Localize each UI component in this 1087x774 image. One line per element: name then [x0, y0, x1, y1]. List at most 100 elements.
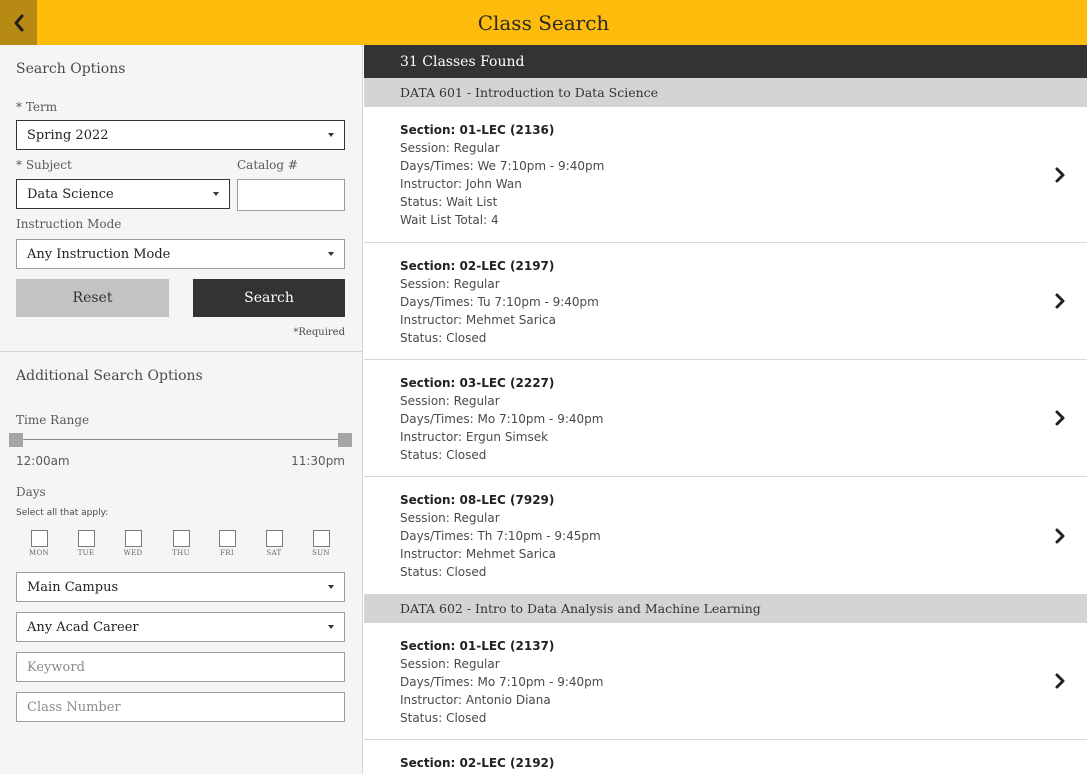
checkbox[interactable]	[30, 530, 48, 547]
section-row[interactable]: Section: 01-LEC (2137) Session: Regular …	[364, 623, 1087, 740]
chevron-right-icon[interactable]	[1053, 408, 1067, 428]
day-label: TUE	[77, 549, 95, 557]
section-row[interactable]: Section: 02-LEC (2197) Session: Regular …	[364, 243, 1087, 360]
day-label: WED	[123, 549, 143, 557]
chevron-right-icon[interactable]	[1053, 165, 1067, 185]
section-line: Status: Closed	[400, 448, 487, 462]
day-label: THU	[172, 549, 190, 557]
search-button[interactable]: Search	[193, 279, 345, 317]
section-line: Status: Closed	[400, 711, 487, 725]
acad-career-select[interactable]: Any Acad Career	[16, 612, 345, 642]
section-line: Session: Regular	[400, 277, 500, 291]
section-line: Instructor: Mehmet Sarica	[400, 547, 556, 561]
section-row[interactable]: Section: 03-LEC (2227) Session: Regular …	[364, 360, 1087, 477]
chevron-right-icon[interactable]	[1053, 526, 1067, 546]
time-end-handle[interactable]	[338, 433, 352, 447]
day-label: MON	[29, 549, 49, 557]
caret-down-icon	[328, 133, 334, 137]
section-line: Instructor: Antonio Diana	[400, 693, 551, 707]
term-value: Spring 2022	[27, 127, 109, 143]
catalog-input[interactable]	[237, 179, 345, 211]
days-hint: Select all that apply:	[16, 508, 109, 518]
checkbox[interactable]	[124, 530, 142, 547]
section-line: Session: Regular	[400, 511, 500, 525]
caret-down-icon	[328, 625, 334, 629]
day-checkbox-sat[interactable]: SAT	[259, 530, 289, 557]
section-line: Status: Closed	[400, 565, 487, 579]
checkbox[interactable]	[172, 530, 190, 547]
section-line: Status: Closed	[400, 331, 487, 345]
section-heading: Section: 02-LEC (2192)	[400, 756, 555, 770]
course-header: DATA 602 - Intro to Data Analysis and Ma…	[364, 594, 1087, 623]
day-checkbox-wed[interactable]: WED	[118, 530, 148, 557]
chevron-right-icon[interactable]	[1053, 671, 1067, 691]
caret-down-icon	[328, 585, 334, 589]
day-label: FRI	[220, 549, 234, 557]
section-line: Instructor: John Wan	[400, 177, 522, 191]
time-range-track[interactable]	[16, 439, 346, 440]
section-line: Days/Times: Th 7:10pm - 9:45pm	[400, 529, 601, 543]
subject-label: * Subject	[16, 158, 72, 172]
days-label: Days	[16, 485, 46, 499]
day-label: SUN	[312, 549, 330, 557]
section-row[interactable]: Section: 02-LEC (2192)	[364, 740, 1087, 774]
subject-select[interactable]: Data Science	[16, 179, 230, 209]
subject-value: Data Science	[27, 186, 114, 202]
day-checkbox-tue[interactable]: TUE	[71, 530, 101, 557]
instruction-mode-label: Instruction Mode	[16, 217, 122, 231]
keyword-input[interactable]: Keyword	[16, 652, 345, 682]
campus-value: Main Campus	[27, 579, 119, 595]
caret-down-icon	[328, 252, 334, 256]
section-line: Instructor: Ergun Simsek	[400, 430, 549, 444]
day-checkbox-thu[interactable]: THU	[166, 530, 196, 557]
section-row[interactable]: Section: 08-LEC (7929) Session: Regular …	[364, 477, 1087, 594]
time-start-handle[interactable]	[9, 433, 23, 447]
top-bar: Class Search	[0, 0, 1087, 45]
course-header: DATA 601 - Introduction to Data Science	[364, 78, 1087, 107]
day-checkbox-sun[interactable]: SUN	[306, 530, 336, 557]
time-start-label: 12:00am	[16, 454, 70, 468]
section-line: Session: Regular	[400, 657, 500, 671]
checkbox[interactable]	[265, 530, 283, 547]
panel-divider	[0, 351, 363, 352]
chevron-left-icon	[14, 14, 23, 31]
time-range-label: Time Range	[16, 413, 90, 427]
section-line: Days/Times: Tu 7:10pm - 9:40pm	[400, 295, 599, 309]
day-checkbox-mon[interactable]: MON	[24, 530, 54, 557]
instruction-mode-value: Any Instruction Mode	[27, 246, 171, 262]
day-label: SAT	[266, 549, 282, 557]
section-line: Instructor: Mehmet Sarica	[400, 313, 556, 327]
section-heading: Section: 08-LEC (7929)	[400, 493, 555, 507]
section-heading: Section: 03-LEC (2227)	[400, 376, 555, 390]
section-line: Status: Wait List	[400, 195, 498, 209]
section-row[interactable]: Section: 01-LEC (2136) Session: Regular …	[364, 107, 1087, 243]
required-note: *Required	[293, 327, 345, 338]
page-title: Class Search	[477, 10, 610, 35]
class-number-input[interactable]: Class Number	[16, 692, 345, 722]
reset-button[interactable]: Reset	[16, 279, 169, 317]
section-line: Days/Times: Mo 7:10pm - 9:40pm	[400, 675, 604, 689]
additional-options-title: Additional Search Options	[16, 368, 203, 384]
chevron-right-icon[interactable]	[1053, 291, 1067, 311]
section-line: Session: Regular	[400, 141, 500, 155]
checkbox[interactable]	[312, 530, 330, 547]
day-checkbox-fri[interactable]: FRI	[212, 530, 242, 557]
time-end-label: 11:30pm	[291, 454, 345, 468]
section-heading: Section: 01-LEC (2136)	[400, 123, 555, 137]
instruction-mode-select[interactable]: Any Instruction Mode	[16, 239, 345, 269]
section-heading: Section: 01-LEC (2137)	[400, 639, 555, 653]
search-panel: Search Options * Term Spring 2022 * Subj…	[0, 45, 363, 774]
back-button[interactable]	[0, 0, 37, 45]
section-line: Days/Times: We 7:10pm - 9:40pm	[400, 159, 605, 173]
section-line: Session: Regular	[400, 394, 500, 408]
caret-down-icon	[213, 192, 219, 196]
campus-select[interactable]: Main Campus	[16, 572, 345, 602]
checkbox[interactable]	[218, 530, 236, 547]
checkbox[interactable]	[77, 530, 95, 547]
term-select[interactable]: Spring 2022	[16, 120, 345, 150]
term-label: * Term	[16, 100, 58, 114]
results-count: 31 Classes Found	[364, 45, 1087, 78]
search-options-title: Search Options	[16, 61, 126, 77]
acad-career-value: Any Acad Career	[27, 619, 139, 635]
section-heading: Section: 02-LEC (2197)	[400, 259, 555, 273]
